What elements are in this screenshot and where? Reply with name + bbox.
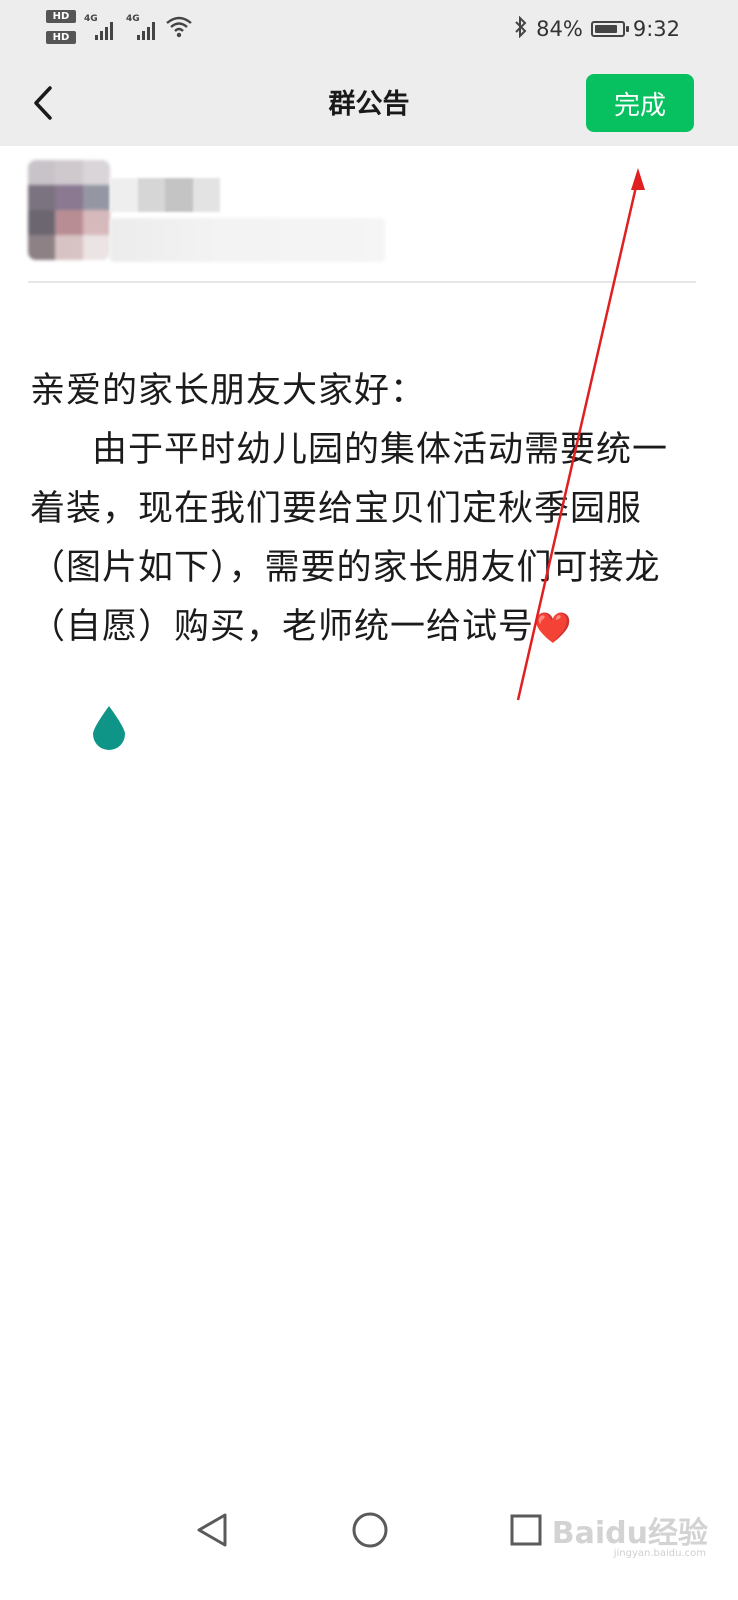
battery-level-fill [594, 25, 617, 33]
square-recents-icon[interactable] [500, 1504, 552, 1556]
announcement-greeting: 亲爱的家长朋友大家好： [30, 371, 427, 411]
wifi-icon [166, 16, 192, 42]
watermark-url: jingyan.baidu.com [613, 1548, 706, 1559]
bluetooth-icon [514, 15, 528, 43]
announcement-editor[interactable]: 亲爱的家长朋友大家好： 由于平时幼儿园的集体活动需要统一着装，现在我们要给宝贝们… [30, 362, 680, 658]
author-name-redacted [110, 178, 220, 212]
text-cursor-handle[interactable] [91, 704, 127, 750]
header-divider [28, 281, 696, 283]
battery-percent: 84% [536, 17, 583, 41]
group-announcement-screen: HD HD 4G 4G 84% 9:32 群公告 完成 亲爱的家长朋友大家好： … [0, 0, 738, 1600]
done-button[interactable]: 完成 [586, 74, 694, 132]
hd-badge-1: HD [46, 10, 76, 23]
heart-emoji: ❤️ [534, 611, 573, 646]
baidu-watermark: Baidu经验 [551, 1516, 708, 1551]
status-bar: HD HD 4G 4G 84% 9:32 [0, 0, 738, 62]
clock: 9:32 [632, 17, 680, 41]
announcement-body: 由于平时幼儿园的集体活动需要统一着装，现在我们要给宝贝们定秋季园服（图片如下），… [30, 421, 680, 658]
navigation-bar: 群公告 完成 [0, 62, 738, 146]
author-info [28, 160, 385, 270]
status-right: 84% 9:32 [514, 14, 680, 44]
hd-badge-2: HD [46, 31, 76, 44]
avatar [28, 160, 110, 260]
circle-home-icon[interactable] [344, 1504, 396, 1556]
hd-indicators: HD HD [46, 10, 80, 52]
battery-icon [590, 21, 629, 37]
author-meta-redacted [110, 218, 385, 262]
triangle-back-icon[interactable] [186, 1504, 238, 1556]
